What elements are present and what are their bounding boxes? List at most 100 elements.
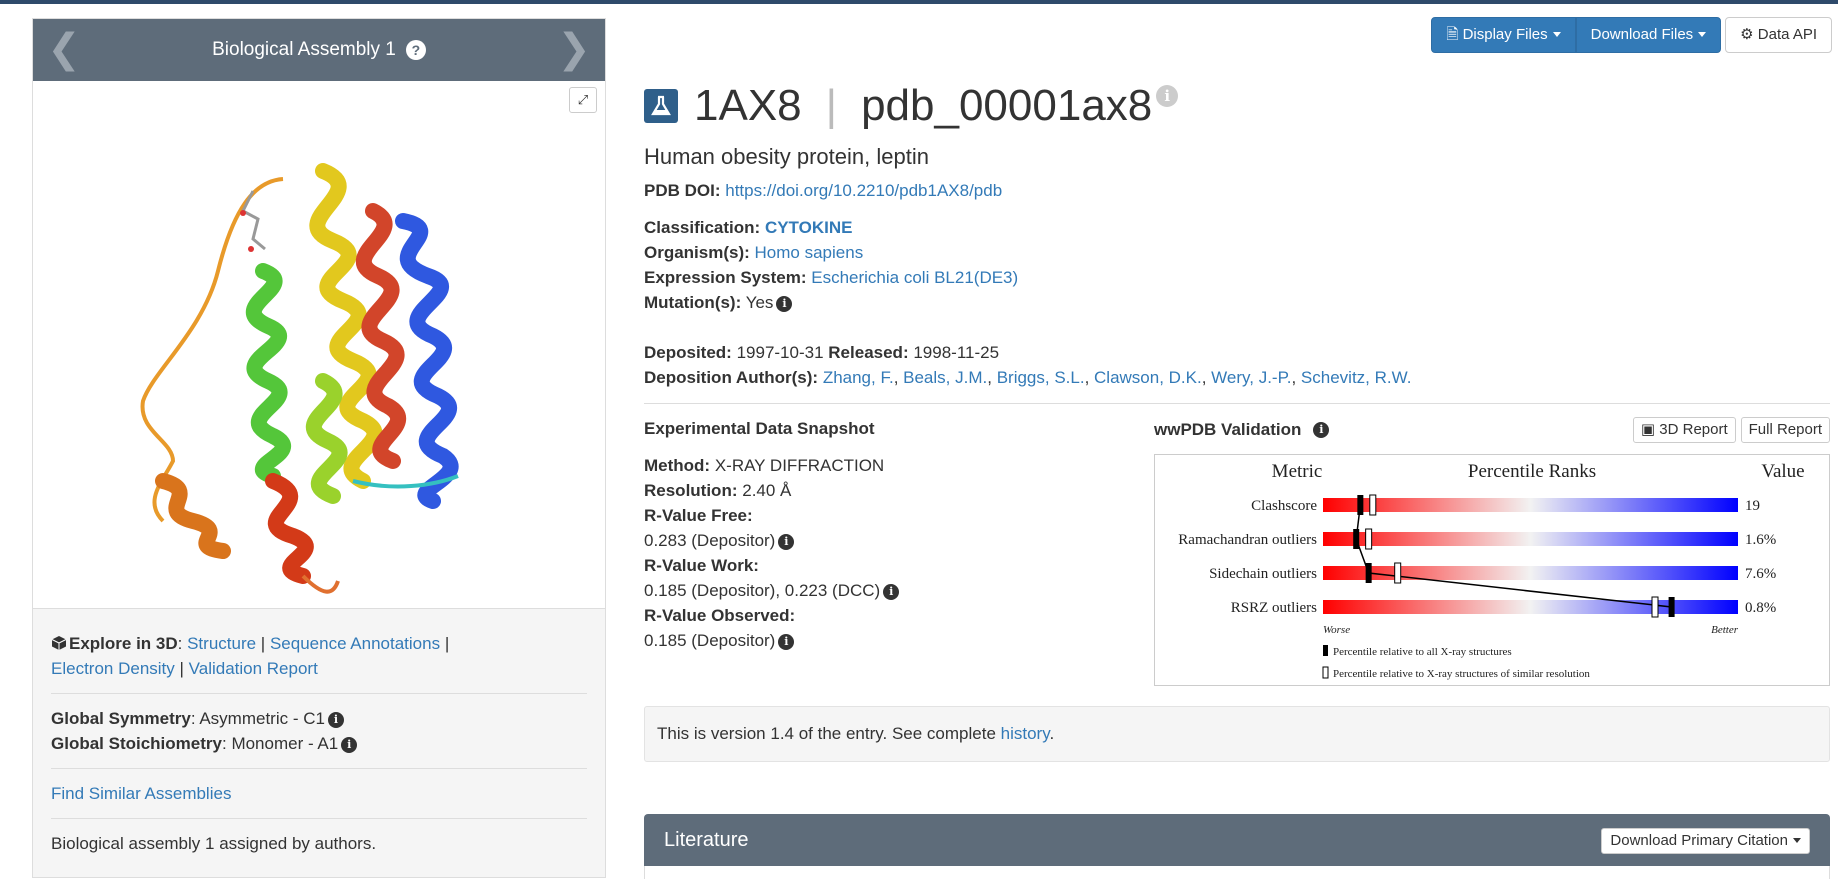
resolution-label: Resolution: bbox=[644, 481, 738, 500]
info-icon[interactable]: i bbox=[1156, 85, 1179, 107]
flask-icon bbox=[644, 89, 678, 123]
percentile-bar bbox=[1323, 600, 1738, 614]
info-icon[interactable]: i bbox=[327, 712, 344, 728]
display-files-button[interactable]: 🗎 Display Files bbox=[1431, 17, 1576, 53]
previous-assembly-icon[interactable]: ❮ bbox=[45, 29, 83, 69]
entry-title: Human obesity protein, leptin bbox=[644, 144, 929, 169]
author-link[interactable]: Clawson, D.K. bbox=[1094, 368, 1202, 387]
protein-ribbon-image bbox=[140, 163, 459, 594]
assembly-note: Biological assembly 1 assigned by author… bbox=[51, 834, 377, 853]
global-stoichiometry-value: Monomer - A1 bbox=[231, 734, 339, 753]
download-files-button[interactable]: Download Files bbox=[1575, 17, 1722, 53]
entry-id: 1AX8 bbox=[694, 81, 802, 130]
author-link[interactable]: Schevitz, R.W. bbox=[1301, 368, 1412, 387]
percentile-bar bbox=[1323, 566, 1738, 580]
structure-viewer[interactable]: ⤢ bbox=[33, 81, 605, 609]
percentile-line bbox=[1355, 504, 1672, 608]
cube-icon: ▣ bbox=[1640, 421, 1656, 438]
gear-icon: ⚙ bbox=[1740, 26, 1754, 43]
assembly-panel: ❮ Biological Assembly 1 ? ❯ ⤢ Explore in… bbox=[32, 18, 606, 878]
rwork-value: 0.185 (Depositor), 0.223 (DCC) bbox=[644, 581, 881, 600]
validation-heading: wwPDB Validation bbox=[1154, 420, 1302, 439]
info-icon[interactable]: i bbox=[1313, 422, 1330, 438]
info-icon[interactable]: i bbox=[778, 634, 795, 650]
legend-all-swatch bbox=[1323, 645, 1328, 656]
version-text: This is version 1.4 of the entry. See co… bbox=[657, 724, 1001, 743]
percentile-bar bbox=[1323, 532, 1738, 546]
percentile-marker-similar bbox=[1394, 562, 1402, 584]
explore-density-link[interactable]: Electron Density bbox=[51, 659, 175, 678]
3d-report-button[interactable]: ▣ 3D Report bbox=[1632, 417, 1736, 443]
metric-value: 1.6% bbox=[1745, 532, 1776, 548]
version-end: . bbox=[1049, 724, 1055, 743]
top-accent-line bbox=[0, 0, 1838, 4]
explore-label: Explore in 3D bbox=[69, 634, 178, 653]
explore-structure-link[interactable]: Structure bbox=[187, 634, 256, 653]
doi-link[interactable]: https://doi.org/10.2210/pdb1AX8/pdb bbox=[725, 181, 1002, 200]
robs-label: R-Value Observed: bbox=[644, 606, 796, 625]
find-similar-assemblies-link[interactable]: Find Similar Assemblies bbox=[51, 784, 231, 803]
classification-link[interactable]: CYTOKINE bbox=[765, 218, 853, 237]
worse-label: Worse bbox=[1323, 624, 1350, 636]
explore-validation-link[interactable]: Validation Report bbox=[189, 659, 318, 678]
info-icon[interactable]: i bbox=[341, 737, 358, 753]
col-metric-header: Metric bbox=[1272, 461, 1323, 482]
mutation-value: Yes bbox=[745, 293, 774, 312]
author-link[interactable]: Wery, J.-P. bbox=[1211, 368, 1291, 387]
full-report-button[interactable]: Full Report bbox=[1740, 417, 1830, 443]
global-symmetry-label: Global Symmetry bbox=[51, 709, 191, 728]
author-link[interactable]: Zhang, F. bbox=[823, 368, 894, 387]
legend-similar-label: Percentile relative to X-ray structures … bbox=[1333, 668, 1590, 680]
validation-panel: wwPDB Validation i ▣ 3D Report Full Repo… bbox=[1154, 414, 1830, 686]
experimental-snapshot: Experimental Data Snapshot Method: X-RAY… bbox=[644, 416, 900, 653]
metric-value: 7.6% bbox=[1745, 566, 1776, 582]
history-link[interactable]: history bbox=[1001, 724, 1050, 743]
expression-label: Expression System: bbox=[644, 268, 807, 287]
help-icon[interactable]: ? bbox=[405, 40, 426, 60]
assembly-title: Biological Assembly 1 bbox=[212, 39, 396, 60]
deposited-value: 1997-10-31 bbox=[736, 343, 824, 362]
organism-label: Organism(s): bbox=[644, 243, 750, 262]
file-toolbar: 🗎 Display Files Download Files ⚙ Data AP… bbox=[1431, 17, 1832, 53]
classification-label: Classification: bbox=[644, 218, 761, 237]
pdb-id: pdb_00001ax8 bbox=[861, 81, 1153, 130]
download-citation-button[interactable]: Download Primary Citation bbox=[1601, 828, 1810, 854]
data-api-button[interactable]: ⚙ Data API bbox=[1725, 17, 1832, 53]
author-link[interactable]: Beals, J.M. bbox=[903, 368, 987, 387]
info-icon[interactable]: i bbox=[776, 296, 793, 312]
deposited-label: Deposited: bbox=[644, 343, 732, 362]
metric-label: Sidechain outliers bbox=[1209, 566, 1317, 582]
info-icon[interactable]: i bbox=[778, 534, 795, 550]
doi-label: PDB DOI: bbox=[644, 181, 721, 200]
expression-link[interactable]: Escherichia coli BL21(DE3) bbox=[811, 268, 1018, 287]
literature-panel: Literature Download Primary Citation bbox=[644, 814, 1830, 879]
rfree-value: 0.283 (Depositor) bbox=[644, 531, 776, 550]
percentile-marker-similar bbox=[1365, 528, 1373, 550]
validation-slider-chart[interactable]: Metric Percentile Ranks Value Clashscore… bbox=[1154, 454, 1830, 686]
legend-all-label: Percentile relative to all X-ray structu… bbox=[1333, 646, 1512, 658]
percentile-marker-similar bbox=[1651, 596, 1659, 618]
organism-link[interactable]: Homo sapiens bbox=[755, 243, 864, 262]
assembly-header: ❮ Biological Assembly 1 ? ❯ bbox=[33, 19, 605, 81]
metric-value: 0.8% bbox=[1745, 600, 1776, 616]
legend-similar-swatch bbox=[1322, 666, 1329, 679]
author-link[interactable]: Briggs, S.L. bbox=[997, 368, 1085, 387]
explore-sequence-link[interactable]: Sequence Annotations bbox=[270, 634, 440, 653]
metric-value: 19 bbox=[1745, 498, 1760, 514]
title-separator: | bbox=[825, 81, 838, 130]
experimental-heading: Experimental Data Snapshot bbox=[644, 419, 875, 438]
method-label: Method: bbox=[644, 456, 711, 475]
rfree-label: R-Value Free: bbox=[644, 506, 753, 525]
percentile-marker-similar bbox=[1369, 494, 1377, 516]
next-assembly-icon[interactable]: ❯ bbox=[555, 29, 593, 69]
percentile-marker-all bbox=[1365, 563, 1372, 583]
metric-label: RSRZ outliers bbox=[1231, 600, 1317, 616]
literature-body bbox=[644, 866, 1830, 879]
resolution-value: 2.40 Å bbox=[742, 481, 792, 500]
col-value-header: Value bbox=[1761, 461, 1804, 482]
global-symmetry-value: Asymmetric - C1 bbox=[199, 709, 325, 728]
method-value: X-RAY DIFFRACTION bbox=[714, 456, 885, 475]
info-icon[interactable]: i bbox=[883, 584, 900, 600]
released-value: 1998-11-25 bbox=[913, 343, 1000, 362]
expand-icon[interactable]: ⤢ bbox=[569, 87, 597, 113]
